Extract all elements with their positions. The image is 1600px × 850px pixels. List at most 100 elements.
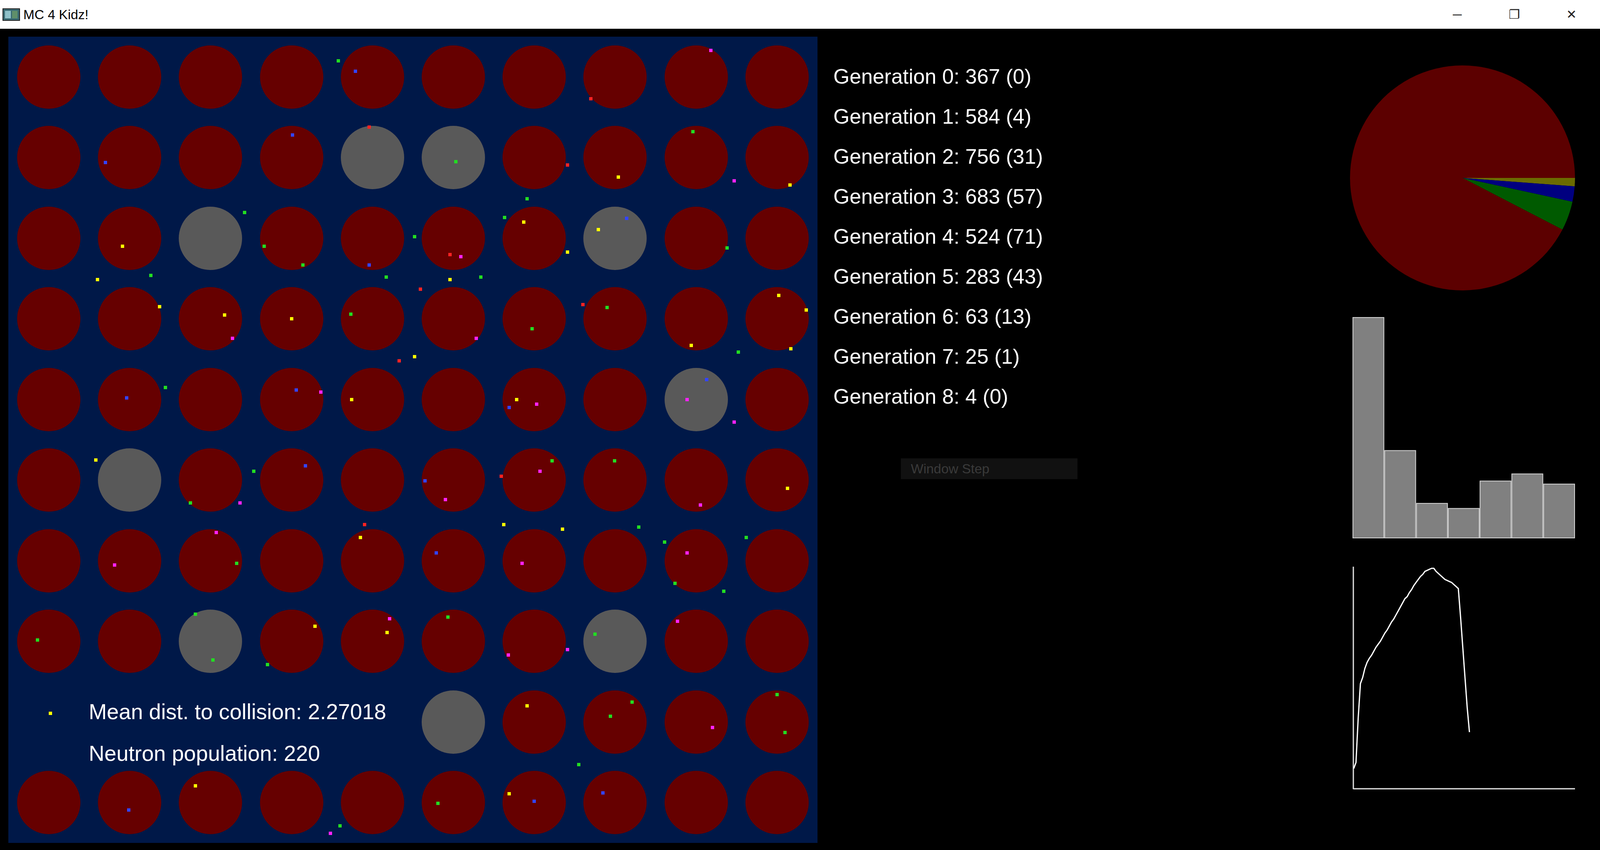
neutron — [507, 405, 511, 410]
neutron — [705, 377, 709, 382]
neutron — [336, 59, 340, 63]
fuel-rod — [583, 770, 647, 835]
generation-panel: Generation 0: 367 (0)Generation 1: 584 (… — [817, 36, 1350, 480]
window-step-button[interactable]: Window Step — [900, 458, 1078, 480]
neutron — [328, 831, 333, 835]
fuel-rod — [178, 770, 243, 835]
empty-rod — [17, 690, 81, 754]
generation-row: Generation 1: 584 (4) — [833, 96, 1350, 137]
neutron — [418, 287, 423, 291]
neutron — [565, 163, 570, 167]
fuel-rod — [17, 770, 81, 835]
neutron — [560, 527, 565, 531]
fuel-rod — [583, 529, 647, 593]
neutron — [446, 615, 450, 619]
fuel-rod — [421, 206, 485, 270]
neutron — [349, 312, 353, 316]
neutron — [423, 479, 427, 483]
fuel-rod — [583, 125, 647, 190]
histogram-bar — [1416, 503, 1448, 538]
spent-rod — [583, 609, 647, 673]
neutron — [367, 263, 371, 267]
generation-row: Generation 0: 367 (0) — [833, 56, 1350, 97]
neutron — [593, 632, 597, 636]
fuel-rod — [178, 287, 243, 351]
neutron — [565, 647, 570, 652]
fuel-rod — [502, 529, 566, 593]
neutron — [789, 347, 793, 351]
neutron — [589, 97, 593, 101]
neutron — [662, 540, 667, 544]
fuel-rod — [260, 770, 324, 835]
fuel-rod — [421, 45, 485, 109]
neutron — [262, 244, 266, 248]
window-control-button[interactable]: ❐ — [1485, 0, 1543, 29]
generation-row: Generation 4: 524 (71) — [833, 216, 1350, 257]
neutron — [532, 799, 536, 803]
fuel-rod — [17, 609, 81, 673]
neutron — [193, 612, 198, 616]
neutron — [163, 385, 168, 390]
generation-row: Generation 2: 756 (31) — [833, 136, 1350, 177]
fuel-rod — [260, 206, 324, 270]
neutron — [367, 125, 371, 129]
neutron — [722, 589, 726, 593]
neutron — [120, 244, 125, 248]
neutron — [94, 458, 98, 462]
fuel-rod — [502, 206, 566, 270]
neutron — [127, 808, 131, 812]
fuel-rod — [97, 609, 162, 673]
fuel-rod — [340, 609, 405, 673]
neutron — [125, 396, 129, 400]
spent-rod — [178, 206, 243, 270]
neutron — [804, 308, 808, 312]
neutron — [535, 402, 539, 406]
neutron — [675, 619, 680, 623]
fuel-rod — [583, 448, 647, 512]
neutron — [157, 305, 162, 309]
fuel-rod — [745, 45, 809, 109]
fuel-rod — [178, 367, 243, 432]
neutron — [193, 784, 198, 788]
fuel-rod — [340, 529, 405, 593]
fuel-rod — [97, 770, 162, 835]
neutron — [235, 561, 239, 565]
neutron — [252, 469, 256, 473]
fuel-rod — [502, 367, 566, 432]
neutron — [685, 397, 689, 402]
neutron — [188, 501, 193, 505]
fuel-rod — [745, 367, 809, 432]
neutron — [211, 658, 215, 662]
histogram — [1352, 317, 1575, 539]
neutron — [522, 220, 526, 224]
fuel-rod — [178, 125, 243, 190]
fuel-rod — [664, 206, 728, 270]
neutron — [698, 503, 703, 507]
neutron — [448, 252, 452, 257]
fuel-rod — [745, 529, 809, 593]
neutron — [103, 160, 108, 165]
fuel-rod — [583, 45, 647, 109]
window-control-button[interactable]: ✕ — [1542, 0, 1600, 29]
window-title: MC 4 Kidz! — [23, 7, 89, 22]
fuel-rod — [421, 770, 485, 835]
neutron — [685, 551, 689, 555]
stat-text: Neutron population: 220 — [88, 740, 387, 766]
neutron — [691, 130, 695, 134]
spent-rod — [664, 367, 728, 432]
neutron — [565, 250, 570, 254]
window-control-button[interactable]: ─ — [1428, 0, 1486, 29]
fuel-rod — [340, 770, 405, 835]
fuel-rod — [97, 367, 162, 432]
fuel-rod — [502, 690, 566, 754]
neutron — [434, 551, 438, 555]
neutron — [436, 801, 440, 805]
neutron — [506, 653, 510, 657]
neutron — [479, 275, 483, 279]
fuel-rod — [97, 529, 162, 593]
fuel-rod — [421, 367, 485, 432]
neutron — [222, 313, 227, 317]
generation-row: Generation 3: 683 (57) — [833, 176, 1350, 217]
neutron — [384, 275, 388, 279]
neutron — [732, 179, 736, 183]
